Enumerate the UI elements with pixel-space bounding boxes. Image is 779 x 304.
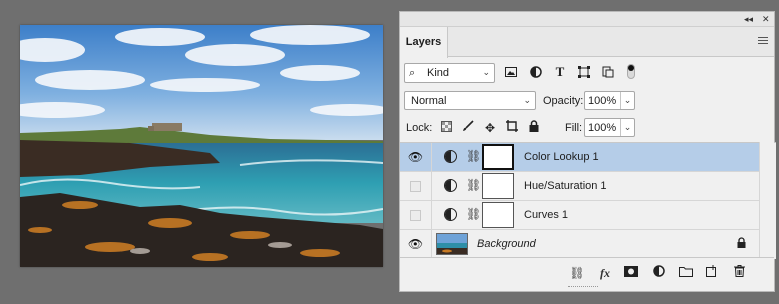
- filter-kind-select[interactable]: ⌕ Kind ⌄: [404, 63, 495, 83]
- lock-label: Lock:: [406, 122, 433, 134]
- opacity-field[interactable]: 100% ⌄: [584, 91, 635, 110]
- layer-name[interactable]: Background: [477, 238, 536, 250]
- link-icon[interactable]: ⛓: [466, 178, 481, 192]
- layer-row[interactable]: 👁 Background: [400, 230, 760, 259]
- new-layer-icon[interactable]: [703, 265, 721, 281]
- add-mask-icon[interactable]: [622, 265, 640, 281]
- opacity-value: 100%: [588, 95, 617, 107]
- lock-position-icon[interactable]: ✥: [482, 120, 498, 136]
- panel-footer: ⛓ fx: [400, 257, 774, 291]
- delete-layer-icon[interactable]: [730, 265, 748, 281]
- adjustment-layer-icon: [444, 208, 457, 221]
- layer-name[interactable]: Color Lookup 1: [524, 151, 599, 163]
- fill-value: 100%: [588, 122, 617, 134]
- tab-layers[interactable]: Layers: [400, 27, 448, 58]
- filter-row: ⌕ Kind ⌄ T: [400, 59, 774, 87]
- link-icon[interactable]: ⛓: [466, 149, 481, 163]
- adjustment-layer-icon: [444, 150, 457, 163]
- layer-mask-thumbnail[interactable]: [482, 144, 514, 170]
- search-icon: ⌕: [409, 67, 416, 79]
- layer-row[interactable]: ⛓ Hue/Saturation 1: [400, 172, 760, 201]
- chevron-down-icon: ⌄: [482, 67, 490, 77]
- chevron-down-icon[interactable]: ⌄: [620, 119, 634, 136]
- prevent-autonest-icon[interactable]: [504, 120, 520, 136]
- layers-list: 👁 ⛓ Color Lookup 1 ⛓ Hue/Saturation 1 ⛓ …: [400, 142, 776, 259]
- smart-object-filter-icon[interactable]: [600, 64, 616, 80]
- fx-icon[interactable]: fx: [596, 265, 614, 281]
- resize-grip[interactable]: [568, 286, 598, 289]
- blend-mode-select[interactable]: Normal ⌄: [404, 91, 536, 110]
- type-filter-icon[interactable]: T: [552, 64, 568, 80]
- new-adjustment-layer-icon[interactable]: [650, 265, 668, 281]
- layers-scrollbar[interactable]: [759, 142, 774, 259]
- layer-row[interactable]: ⛓ Curves 1: [400, 201, 760, 230]
- eye-icon: 👁: [407, 237, 424, 251]
- chevron-down-icon[interactable]: ⌄: [620, 92, 634, 109]
- hidden-visibility-box: [410, 209, 421, 221]
- panel-tab-row: Layers: [400, 27, 774, 58]
- image-filter-icon[interactable]: [503, 64, 519, 80]
- filter-kind-label: Kind: [427, 67, 450, 79]
- layer-name[interactable]: Curves 1: [524, 209, 568, 221]
- filter-toggle[interactable]: [627, 64, 635, 79]
- opacity-label: Opacity:: [543, 95, 584, 107]
- visibility-toggle[interactable]: 👁: [400, 143, 432, 171]
- adjustment-layer-icon: [444, 179, 457, 192]
- layer-row[interactable]: 👁 ⛓ Color Lookup 1: [400, 143, 760, 172]
- collapse-panel-icon[interactable]: ◂◂: [744, 13, 753, 25]
- lock-transparent-pixels-icon[interactable]: [438, 120, 454, 136]
- blend-mode-value: Normal: [411, 95, 447, 107]
- chevron-down-icon: ⌄: [523, 95, 531, 105]
- fill-field[interactable]: 100% ⌄: [584, 118, 635, 137]
- layers-panel: ◂◂ ✕ Layers ⌕ Kind ⌄ T Normal ⌄ Opacity:…: [399, 11, 776, 292]
- layer-thumbnail[interactable]: [436, 233, 468, 255]
- visibility-toggle[interactable]: [400, 201, 432, 229]
- document-canvas[interactable]: [20, 25, 383, 267]
- adjustment-filter-icon[interactable]: [528, 64, 544, 80]
- panel-header-bar: ◂◂ ✕: [400, 12, 774, 27]
- link-layers-icon[interactable]: ⛓: [568, 265, 586, 281]
- shape-filter-icon[interactable]: [576, 64, 592, 80]
- layer-name[interactable]: Hue/Saturation 1: [524, 180, 607, 192]
- lock-all-icon[interactable]: [526, 120, 542, 136]
- eye-icon: 👁: [407, 150, 424, 164]
- layer-mask-thumbnail[interactable]: [482, 202, 514, 228]
- blend-row: Normal ⌄ Opacity: 100% ⌄: [400, 89, 774, 113]
- link-icon[interactable]: ⛓: [466, 207, 481, 221]
- visibility-toggle[interactable]: 👁: [400, 230, 432, 258]
- panel-menu-icon[interactable]: [758, 37, 768, 46]
- fill-label: Fill:: [565, 122, 583, 134]
- lock-row: Lock: ✥ Fill: 100% ⌄: [400, 116, 774, 140]
- lock-image-pixels-icon[interactable]: [460, 120, 476, 136]
- new-group-icon[interactable]: [677, 265, 695, 281]
- layer-mask-thumbnail[interactable]: [482, 173, 514, 199]
- hidden-visibility-box: [410, 180, 421, 192]
- close-panel-icon[interactable]: ✕: [762, 13, 770, 25]
- lock-icon[interactable]: [737, 237, 746, 251]
- visibility-toggle[interactable]: [400, 172, 432, 200]
